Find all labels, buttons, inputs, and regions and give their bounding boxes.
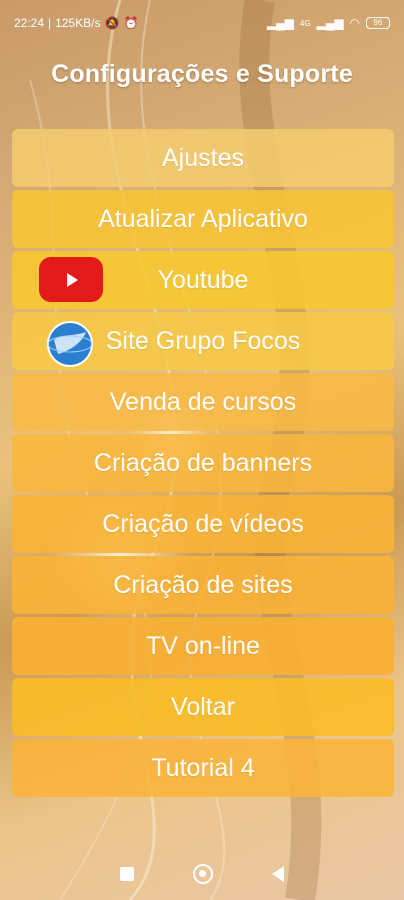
globe-icon: [47, 321, 93, 367]
venda-de-cursos-label: Venda de cursos: [109, 387, 297, 416]
status-right: ▂▄▆ 4G ▂▄▆ ◠ 96: [267, 16, 390, 30]
status-divider: |: [48, 16, 52, 30]
criacao-de-banners-label: Criação de banners: [93, 448, 313, 477]
venda-de-cursos-button[interactable]: Venda de cursos: [12, 373, 394, 431]
status-speed: 125KB/s: [55, 16, 101, 30]
navigation-bar: [0, 848, 404, 900]
home-icon[interactable]: [192, 864, 213, 884]
ajustes-button[interactable]: Ajustes: [12, 129, 394, 187]
alarm-icon: ⏰: [123, 16, 139, 30]
battery-icon: 96: [366, 17, 390, 29]
site-grupo-focos-label: Site Grupo Focos: [105, 326, 301, 355]
network-type: 4G: [299, 18, 311, 28]
status-time: 22:24: [14, 16, 45, 30]
signal-icon: ▂▄▆: [266, 16, 294, 30]
tutorial-4-label: Tutorial 4: [151, 753, 255, 782]
youtube-button[interactable]: Youtube: [12, 251, 394, 309]
atualizar-aplicativo-button[interactable]: Atualizar Aplicativo: [12, 190, 394, 248]
site-grupo-focos-button[interactable]: Site Grupo Focos: [12, 312, 394, 370]
atualizar-aplicativo-label: Atualizar Aplicativo: [98, 204, 308, 233]
page-title: Configurações e Suporte: [51, 60, 353, 88]
criacao-de-videos-label: Criação de vídeos: [102, 509, 304, 538]
youtube-icon: [39, 257, 103, 302]
criacao-de-sites-button[interactable]: Criação de sites: [12, 556, 394, 614]
mute-icon: 🔕: [104, 16, 120, 30]
criacao-de-sites-label: Criação de sites: [113, 570, 293, 599]
status-left: 22:24 | 125KB/s 🔕 ⏰: [14, 16, 138, 30]
youtube-label: Youtube: [157, 265, 249, 294]
voltar-label: Voltar: [171, 692, 235, 721]
voltar-button[interactable]: Voltar: [12, 678, 394, 736]
status-bar: 22:24 | 125KB/s 🔕 ⏰ ▂▄▆ 4G ▂▄▆ ◠ 96: [0, 0, 404, 46]
back-icon[interactable]: [272, 866, 285, 882]
ajustes-label: Ajustes: [162, 143, 244, 172]
criacao-de-banners-button[interactable]: Criação de banners: [12, 434, 394, 492]
wifi-icon: ◠: [349, 16, 360, 30]
battery-level: 96: [373, 18, 383, 27]
tv-online-label: TV on-line: [146, 631, 260, 660]
recent-apps-icon[interactable]: [119, 867, 134, 881]
signal-icon-2: ▂▄▆: [316, 16, 344, 30]
tutorial-4-button[interactable]: Tutorial 4: [12, 739, 394, 797]
criacao-de-videos-button[interactable]: Criação de vídeos: [12, 495, 394, 553]
menu-list: Ajustes Atualizar Aplicativo Youtube Sit…: [12, 129, 394, 800]
tv-online-button[interactable]: TV on-line: [12, 617, 394, 675]
